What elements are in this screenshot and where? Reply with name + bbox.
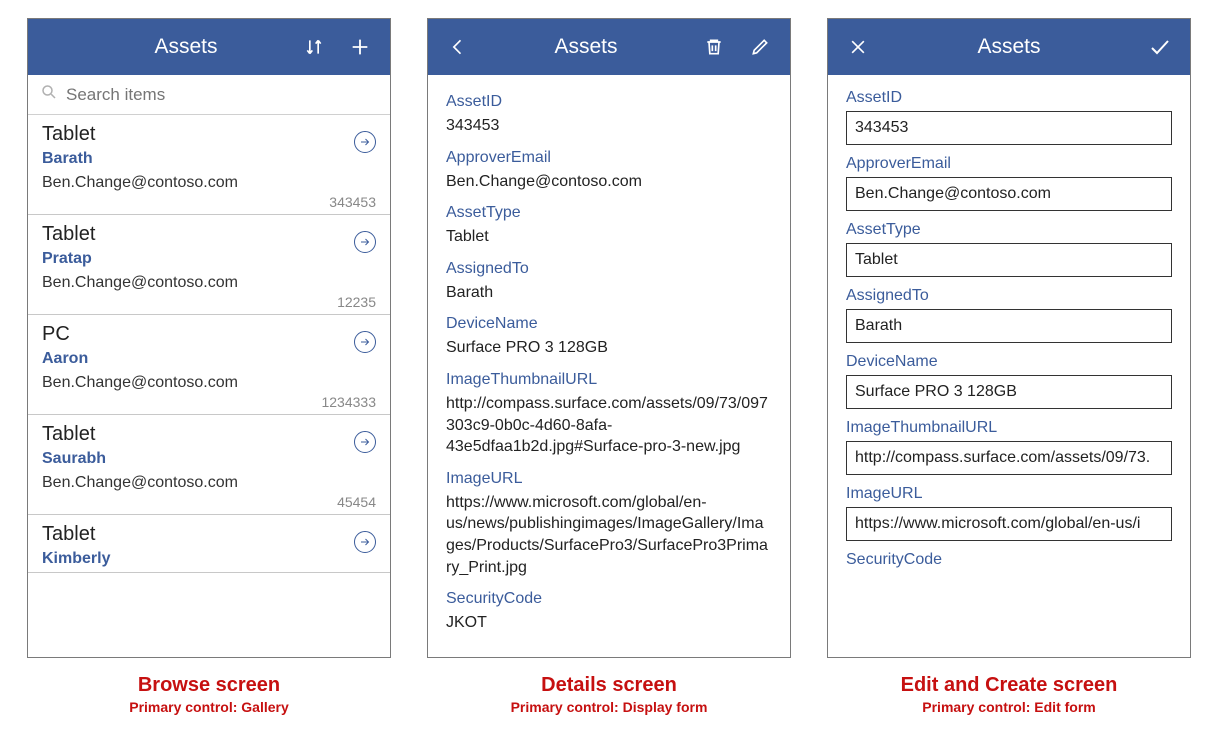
browse-frame: Assets Tablet Barath Ben.Change@contoso.co… xyxy=(27,18,391,658)
assetid-label: AssetID xyxy=(446,93,772,111)
item-assigned: Aaron xyxy=(42,350,376,368)
imgurl-input[interactable] xyxy=(846,507,1172,541)
imgurl-label: ImageURL xyxy=(846,485,1172,503)
seccode-label: SecurityCode xyxy=(446,590,772,608)
item-email: Ben.Change@contoso.com xyxy=(42,374,376,392)
item-id: 45454 xyxy=(42,494,376,510)
assettype-value: Tablet xyxy=(446,226,772,248)
assettype-label: AssetType xyxy=(446,204,772,222)
details-screen: Assets AssetID 343453 ApproverEmail Ben.… xyxy=(427,18,791,724)
list-item[interactable]: Tablet Kimberly xyxy=(28,515,390,573)
devicename-label: DeviceName xyxy=(846,353,1172,371)
item-assigned: Pratap xyxy=(42,250,376,268)
browse-header: Assets xyxy=(28,19,390,75)
browse-caption-sub: Primary control: Gallery xyxy=(27,699,391,715)
item-id: 343453 xyxy=(42,194,376,210)
edit-body: AssetID ApproverEmail AssetType Assigned… xyxy=(828,75,1190,657)
seccode-value: JKOT xyxy=(446,612,772,634)
edit-caption: Edit and Create screen Primary control: … xyxy=(827,674,1191,715)
item-assigned: Kimberly xyxy=(42,550,376,568)
details-body: AssetID 343453 ApproverEmail Ben.Change@… xyxy=(428,75,790,657)
assetid-input[interactable] xyxy=(846,111,1172,145)
devicename-label: DeviceName xyxy=(446,315,772,333)
edit-caption-title: Edit and Create screen xyxy=(827,674,1191,697)
browse-list: Tablet Barath Ben.Change@contoso.com 343453… xyxy=(28,115,390,657)
assetid-value: 343453 xyxy=(446,115,772,137)
item-email: Ben.Change@contoso.com xyxy=(42,174,376,192)
list-item[interactable]: Tablet Pratap Ben.Change@contoso.com 12235 xyxy=(28,215,390,315)
assignedto-label: AssignedTo xyxy=(446,260,772,278)
browse-title: Assets xyxy=(76,35,296,59)
search-icon xyxy=(40,83,58,106)
close-icon[interactable] xyxy=(840,29,876,65)
search-bar xyxy=(28,75,390,115)
approver-label: ApproverEmail xyxy=(446,149,772,167)
imgurl-value: https://www.microsoft.com/global/en-us/n… xyxy=(446,492,772,578)
item-email: Ben.Change@contoso.com xyxy=(42,274,376,292)
assetid-label: AssetID xyxy=(846,89,1172,107)
browse-screen: Assets Tablet Barath Ben.Change@contoso.co… xyxy=(27,18,391,724)
browse-caption-title: Browse screen xyxy=(27,674,391,697)
item-id: 12235 xyxy=(42,294,376,310)
edit-icon[interactable] xyxy=(742,29,778,65)
approver-label: ApproverEmail xyxy=(846,155,1172,173)
edit-frame: Assets AssetID ApproverEmail AssetType A… xyxy=(827,18,1191,658)
assignedto-label: AssignedTo xyxy=(846,287,1172,305)
approver-value: Ben.Change@contoso.com xyxy=(446,171,772,193)
item-email: Ben.Change@contoso.com xyxy=(42,474,376,492)
go-arrow-icon[interactable] xyxy=(354,431,376,453)
devicename-value: Surface PRO 3 128GB xyxy=(446,337,772,359)
go-arrow-icon[interactable] xyxy=(354,231,376,253)
details-caption-sub: Primary control: Display form xyxy=(427,699,791,715)
details-caption-title: Details screen xyxy=(427,674,791,697)
details-frame: Assets AssetID 343453 ApproverEmail Ben.… xyxy=(427,18,791,658)
delete-icon[interactable] xyxy=(696,29,732,65)
edit-title: Assets xyxy=(876,35,1142,59)
assettype-input[interactable] xyxy=(846,243,1172,277)
item-type: Tablet xyxy=(42,223,376,246)
item-type: PC xyxy=(42,323,376,346)
confirm-icon[interactable] xyxy=(1142,29,1178,65)
list-item[interactable]: Tablet Saurabh Ben.Change@contoso.com 45454 xyxy=(28,415,390,515)
seccode-label: SecurityCode xyxy=(846,551,1172,569)
approver-input[interactable] xyxy=(846,177,1172,211)
thumb-value: http://compass.surface.com/assets/09/73/… xyxy=(446,393,772,458)
edit-caption-sub: Primary control: Edit form xyxy=(827,699,1191,715)
details-title: Assets xyxy=(476,35,696,59)
sort-icon[interactable] xyxy=(296,29,332,65)
devicename-input[interactable] xyxy=(846,375,1172,409)
item-assigned: Saurabh xyxy=(42,450,376,468)
imgurl-label: ImageURL xyxy=(446,470,772,488)
back-icon[interactable] xyxy=(440,29,476,65)
list-item[interactable]: PC Aaron Ben.Change@contoso.com 1234333 xyxy=(28,315,390,415)
list-item[interactable]: Tablet Barath Ben.Change@contoso.com 343453 xyxy=(28,115,390,215)
assignedto-value: Barath xyxy=(446,282,772,304)
item-id: 1234333 xyxy=(42,394,376,410)
go-arrow-icon[interactable] xyxy=(354,131,376,153)
details-caption: Details screen Primary control: Display … xyxy=(427,674,791,715)
assignedto-input[interactable] xyxy=(846,309,1172,343)
search-input[interactable] xyxy=(66,85,378,105)
edit-header: Assets xyxy=(828,19,1190,75)
details-header: Assets xyxy=(428,19,790,75)
item-assigned: Barath xyxy=(42,150,376,168)
add-icon[interactable] xyxy=(342,29,378,65)
item-type: Tablet xyxy=(42,123,376,146)
assettype-label: AssetType xyxy=(846,221,1172,239)
item-type: Tablet xyxy=(42,423,376,446)
thumb-label: ImageThumbnailURL xyxy=(846,419,1172,437)
item-type: Tablet xyxy=(42,523,376,546)
edit-screen: Assets AssetID ApproverEmail AssetType A… xyxy=(827,18,1191,724)
go-arrow-icon[interactable] xyxy=(354,331,376,353)
browse-caption: Browse screen Primary control: Gallery xyxy=(27,674,391,715)
go-arrow-icon[interactable] xyxy=(354,531,376,553)
thumb-label: ImageThumbnailURL xyxy=(446,371,772,389)
thumb-input[interactable] xyxy=(846,441,1172,475)
